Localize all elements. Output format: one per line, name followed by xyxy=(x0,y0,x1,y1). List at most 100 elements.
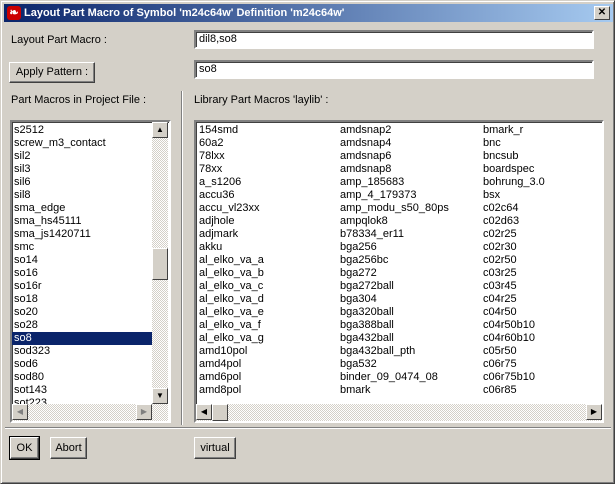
project-macros-list[interactable]: s2512 screw_m3_contact sil2 sil3 sil6 sil8 sma… xyxy=(10,120,171,423)
list-item[interactable]: sod323 xyxy=(12,345,152,358)
list-item[interactable]: bga272 xyxy=(338,267,449,280)
list-item[interactable]: al_elko_va_b xyxy=(197,267,264,280)
pattern-input[interactable]: so8 xyxy=(194,60,594,79)
list-item[interactable]: bga256bc xyxy=(338,254,449,267)
list-item[interactable]: amdsnap8 xyxy=(338,163,449,176)
list-item[interactable]: al_elko_va_e xyxy=(197,306,264,319)
list-item[interactable]: c04r50b10 xyxy=(481,319,545,332)
list-item[interactable]: amd10pol xyxy=(197,345,264,358)
list-item[interactable]: c04r25 xyxy=(481,293,545,306)
list-item[interactable]: bnc xyxy=(481,137,545,150)
list-item[interactable]: bga272ball xyxy=(338,280,449,293)
list-item[interactable]: amp_185683 xyxy=(338,176,449,189)
list-item[interactable]: 154smd xyxy=(197,124,264,137)
list-item[interactable]: c02r25 xyxy=(481,228,545,241)
layout-part-macro-input[interactable]: dil8,so8 xyxy=(194,30,594,49)
list-item[interactable]: screw_m3_contact xyxy=(12,137,152,150)
list-item[interactable]: amp_modu_s50_80ps xyxy=(338,202,449,215)
list-item[interactable]: bga432ball xyxy=(338,332,449,345)
list-item[interactable]: boardspec xyxy=(481,163,545,176)
list-item[interactable]: 78xx xyxy=(197,163,264,176)
list-item[interactable]: al_elko_va_d xyxy=(197,293,264,306)
list-item[interactable]: ampqlok8 xyxy=(338,215,449,228)
list-item[interactable]: c04r60b10 xyxy=(481,332,545,345)
list-item[interactable]: sod80 xyxy=(12,371,152,384)
list-item[interactable]: c06r85 xyxy=(481,384,545,397)
list-item[interactable]: adjmark xyxy=(197,228,264,241)
scroll-up-button[interactable]: ▲ xyxy=(152,122,168,138)
scroll-right-button[interactable]: ▶ xyxy=(136,404,152,420)
list-item[interactable]: bmark_r xyxy=(481,124,545,137)
list-item[interactable]: 78lxx xyxy=(197,150,264,163)
scroll-right-button[interactable]: ▶ xyxy=(586,404,602,420)
list-item[interactable]: sma_js1420711 xyxy=(12,228,152,241)
list-item[interactable]: c02r50 xyxy=(481,254,545,267)
list-item[interactable]: bga320ball xyxy=(338,306,449,319)
list-item[interactable]: amp_4_179373 xyxy=(338,189,449,202)
list-item[interactable]: sil8 xyxy=(12,189,152,202)
list-item[interactable]: a_s1206 xyxy=(197,176,264,189)
list-item[interactable]: accu_vl23xx xyxy=(197,202,264,215)
list-item[interactable]: amd8pol xyxy=(197,384,264,397)
list-item[interactable]: c06r75 xyxy=(481,358,545,371)
list-item[interactable]: sil3 xyxy=(12,163,152,176)
list-item[interactable]: so16 xyxy=(12,267,152,280)
list-item[interactable]: c03r25 xyxy=(481,267,545,280)
list-item[interactable]: binder_09_0474_08 xyxy=(338,371,449,384)
list-item[interactable]: al_elko_va_a xyxy=(197,254,264,267)
list-item[interactable]: b78334_er11 xyxy=(338,228,449,241)
list-item[interactable]: so16r xyxy=(12,280,152,293)
list-item[interactable]: c04r50 xyxy=(481,306,545,319)
list-item[interactable]: amdsnap6 xyxy=(338,150,449,163)
list-item[interactable]: bga532 xyxy=(338,358,449,371)
list-item[interactable]: so20 xyxy=(12,306,152,319)
list-item[interactable]: bohrung_3.0 xyxy=(481,176,545,189)
list-item[interactable]: sil6 xyxy=(12,176,152,189)
scroll-left-button[interactable]: ◀ xyxy=(196,404,212,420)
list-item[interactable]: bga304 xyxy=(338,293,449,306)
library-macros-list[interactable]: 154smd 60a2 78lxx 78xx a_s1206 accu36 accu_vl2… xyxy=(194,120,604,423)
list-item[interactable]: sil2 xyxy=(12,150,152,163)
list-item[interactable]: so28 xyxy=(12,319,152,332)
list-item[interactable]: sma_edge xyxy=(12,202,152,215)
list-item[interactable]: s2512 xyxy=(12,124,152,137)
list-item[interactable]: bga256 xyxy=(338,241,449,254)
virtual-button[interactable]: virtual xyxy=(194,437,236,459)
list-item[interactable]: c02r30 xyxy=(481,241,545,254)
list-item[interactable]: bga388ball xyxy=(338,319,449,332)
list-item[interactable]: amdsnap2 xyxy=(338,124,449,137)
list-item[interactable]: c02d63 xyxy=(481,215,545,228)
list-item[interactable]: smc xyxy=(12,241,152,254)
list-item[interactable]: sod6 xyxy=(12,358,152,371)
list-item[interactable]: so18 xyxy=(12,293,152,306)
scroll-thumb[interactable] xyxy=(212,404,228,421)
list-item[interactable]: sot143 xyxy=(12,384,152,397)
list-item[interactable]: accu36 xyxy=(197,189,264,202)
list-item[interactable]: amd6pol xyxy=(197,371,264,384)
list-item[interactable]: sma_hs45111 xyxy=(12,215,152,228)
list-item[interactable]: 60a2 xyxy=(197,137,264,150)
scroll-thumb[interactable] xyxy=(152,248,168,280)
list-item[interactable]: adjhole xyxy=(197,215,264,228)
apply-pattern-button[interactable]: Apply Pattern : xyxy=(9,62,95,83)
list-item[interactable]: bga432ball_pth xyxy=(338,345,449,358)
list-item[interactable]: c05r50 xyxy=(481,345,545,358)
list-item[interactable]: akku xyxy=(197,241,264,254)
list-item[interactable]: al_elko_va_g xyxy=(197,332,264,345)
scroll-left-button[interactable]: ◀ xyxy=(12,404,28,420)
scroll-down-button[interactable]: ▼ xyxy=(152,388,168,404)
list-item[interactable]: bsx xyxy=(481,189,545,202)
list-item[interactable]: amdsnap4 xyxy=(338,137,449,150)
horizontal-scrollbar[interactable] xyxy=(196,404,602,421)
list-item[interactable]: so8 xyxy=(12,332,152,345)
list-item[interactable]: so14 xyxy=(12,254,152,267)
list-item[interactable]: al_elko_va_f xyxy=(197,319,264,332)
list-item[interactable]: bmark xyxy=(338,384,449,397)
abort-button[interactable]: Abort xyxy=(50,437,87,459)
list-item[interactable]: al_elko_va_c xyxy=(197,280,264,293)
list-item[interactable]: c02c64 xyxy=(481,202,545,215)
list-item[interactable]: c03r45 xyxy=(481,280,545,293)
list-item[interactable]: bncsub xyxy=(481,150,545,163)
ok-button[interactable]: OK xyxy=(9,436,40,460)
list-item[interactable]: c06r75b10 xyxy=(481,371,545,384)
